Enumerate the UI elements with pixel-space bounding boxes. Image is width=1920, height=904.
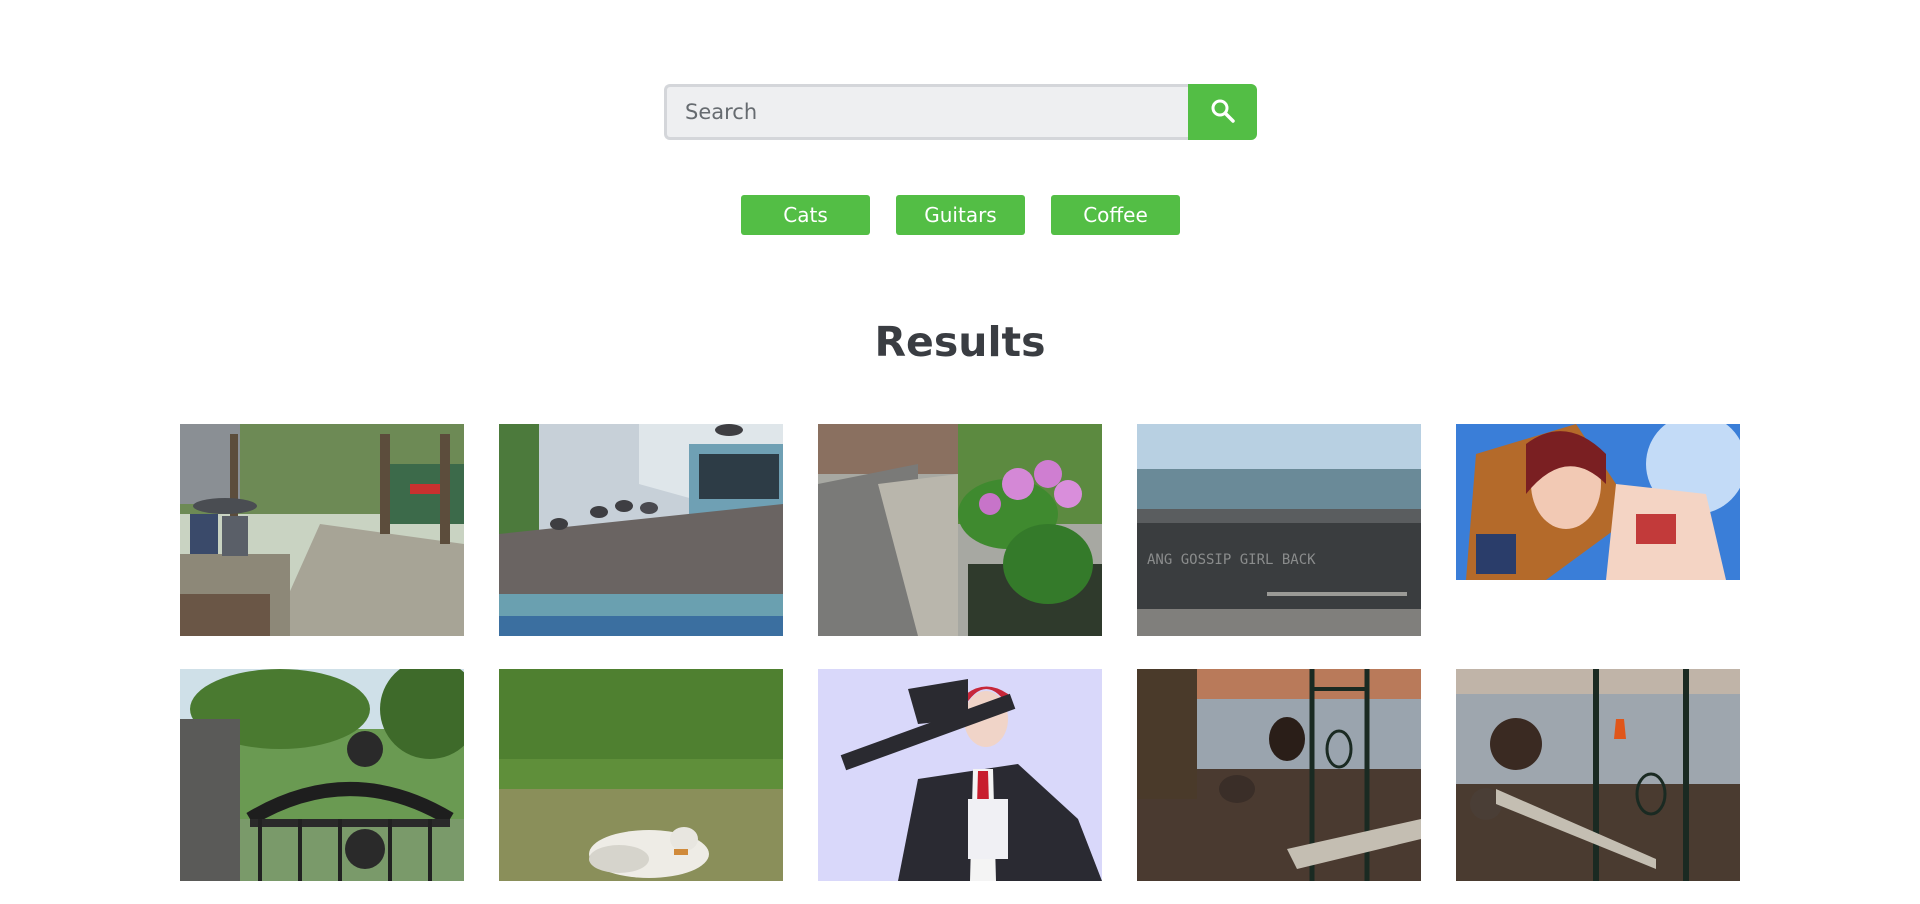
result-thumbnail[interactable]: ANG GOSSIP GIRL BACK: [1137, 424, 1421, 636]
search-icon: [1210, 98, 1236, 127]
tag-list: Cats Guitars Coffee: [741, 195, 1180, 235]
results-heading: Results: [874, 318, 1046, 366]
result-thumbnail[interactable]: [180, 669, 464, 881]
result-thumbnail[interactable]: [818, 424, 1102, 636]
result-thumbnail[interactable]: [499, 424, 783, 636]
result-thumbnail[interactable]: [1456, 669, 1740, 881]
tag-button-guitars[interactable]: Guitars: [896, 195, 1025, 235]
tag-button-coffee[interactable]: Coffee: [1051, 195, 1180, 235]
page: Cats Guitars Coffee Results: [0, 0, 1920, 904]
result-thumbnail[interactable]: [1137, 669, 1421, 881]
search-bar: [664, 84, 1257, 140]
tag-button-cats[interactable]: Cats: [741, 195, 870, 235]
search-button[interactable]: [1188, 84, 1257, 140]
svg-text:ANG GOSSIP GIRL BACK: ANG GOSSIP GIRL BACK: [1147, 552, 1316, 568]
result-thumbnail[interactable]: [499, 669, 783, 881]
search-input[interactable]: [664, 84, 1188, 140]
result-thumbnail[interactable]: [1456, 424, 1740, 580]
result-thumbnail[interactable]: [180, 424, 464, 636]
result-thumbnail[interactable]: [818, 669, 1102, 881]
